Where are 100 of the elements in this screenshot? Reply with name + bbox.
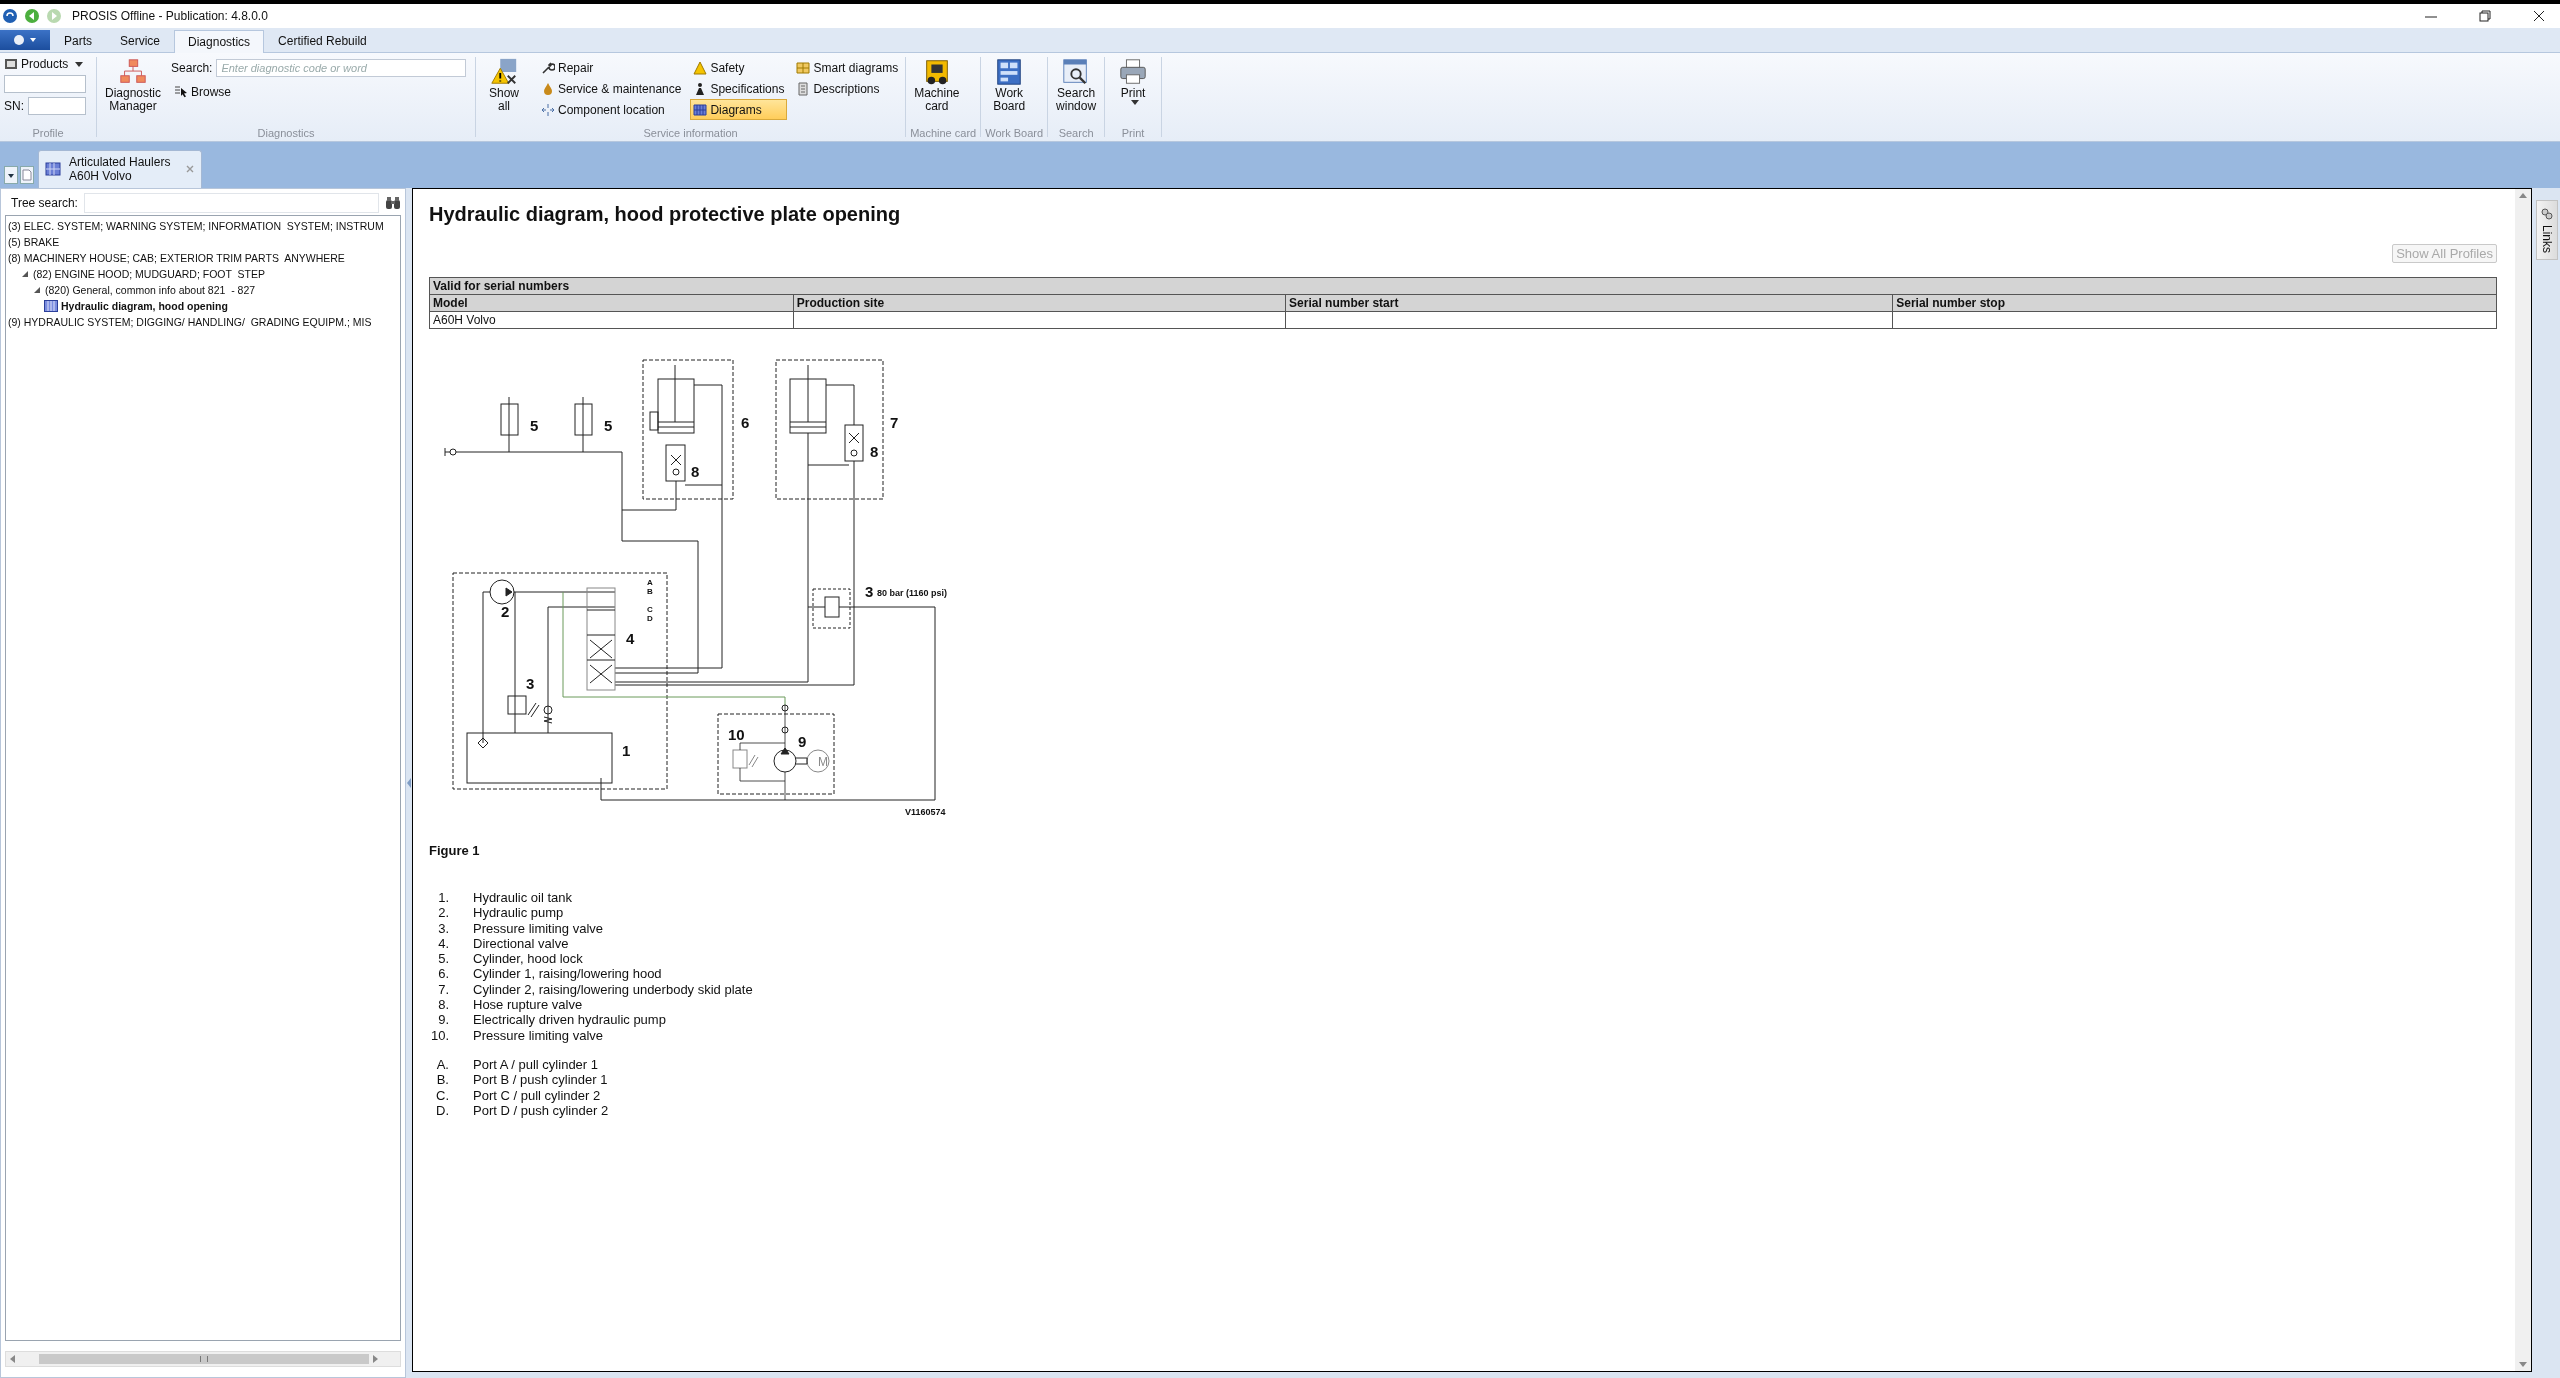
legend-number: 4. [437, 935, 449, 952]
diagram-label: 5 [604, 417, 613, 434]
cursor-icon [174, 85, 189, 99]
tree-item[interactable]: (820) General, common info about 821 - 827 [45, 284, 256, 296]
print-icon [1118, 57, 1149, 87]
port-letter: A. [435, 1056, 449, 1073]
port-text: Port C / pull cylinder 2 [473, 1087, 601, 1103]
legend-number: 3. [437, 920, 449, 936]
sn-field[interactable] [28, 97, 86, 115]
diagram-label: D [647, 614, 653, 623]
diagnostic-search-field[interactable]: Enter diagnostic code or word [216, 59, 467, 77]
vertical-scrollbar[interactable] [2515, 189, 2531, 1371]
diagram-label: A [647, 578, 653, 587]
smart-icon [796, 60, 811, 75]
legend-number: 10. [429, 1027, 449, 1043]
tree-item[interactable]: (82) ENGINE HOOD; MUDGUARD; FOOT STEP [33, 268, 265, 280]
legend-number: 1. [437, 890, 449, 906]
service-info-button[interactable]: Descriptions [793, 78, 902, 99]
products-icon [4, 57, 18, 71]
tree-search-field[interactable] [83, 193, 379, 213]
browse-button[interactable]: Browse [171, 83, 467, 101]
links-side-tab[interactable]: Links [2536, 200, 2558, 260]
tab-list-icon[interactable] [4, 166, 18, 184]
back-icon[interactable] [24, 8, 40, 24]
service-info-button[interactable]: Diagrams [690, 99, 788, 120]
expand-toggle-icon[interactable] [32, 285, 42, 295]
tree-item[interactable]: (8) MACHINERY HOUSE; CAB; EXTERIOR TRIM PARTS ANYWHERE [8, 252, 345, 264]
service-info-button[interactable]: Service & maintenance [538, 78, 685, 99]
component-icon [541, 102, 555, 117]
diagram-label: 9 [798, 733, 807, 750]
diagram-label: V1160574 [905, 807, 946, 817]
horizontal-scrollbar[interactable] [5, 1351, 401, 1367]
show-all-button[interactable]: Show all [480, 55, 528, 127]
ribbon-button[interactable]: Search window [1052, 55, 1101, 127]
service-info-button[interactable]: Safety [690, 57, 788, 78]
scroll-up-icon[interactable] [2519, 193, 2527, 198]
diagram-label: 8 [870, 443, 879, 460]
service-info-button[interactable]: Specifications [690, 78, 788, 99]
collapse-arrow-icon[interactable] [406, 777, 412, 789]
close-icon[interactable] [2532, 9, 2546, 23]
ribbon-tab[interactable]: Diagnostics [174, 30, 265, 53]
ribbon-tab[interactable]: Service [106, 29, 175, 52]
diagram-label: 8 [691, 463, 700, 480]
scroll-right-icon[interactable] [373, 1355, 378, 1363]
diagnostic-manager-button[interactable]: Diagnostic Manager [101, 55, 166, 127]
port-letter: B. [435, 1072, 449, 1088]
legend-number: 6. [437, 966, 449, 982]
legend-number: 9. [437, 1012, 449, 1028]
port-letter: C. [435, 1087, 449, 1103]
diagram-label: C [647, 605, 653, 614]
scroll-down-icon[interactable] [2519, 1362, 2527, 1367]
products-dropdown[interactable]: Products [4, 57, 92, 71]
legend-text: Hydraulic pump [473, 905, 564, 921]
diagram-label: 3 [865, 583, 874, 600]
diagram-label: 2 [501, 603, 510, 620]
service-info-button[interactable]: Smart diagrams [793, 57, 902, 78]
ribbon-button[interactable]: Work Board [985, 55, 1034, 127]
port-letter: D. [435, 1102, 449, 1119]
diagram-label: 6 [741, 414, 750, 431]
application-menu-button[interactable] [0, 30, 50, 50]
tree-item[interactable]: (9) HYDRAULIC SYSTEM; DIGGING/ HANDLING/ GRADING EQUIPM.; MIS [8, 316, 372, 328]
ribbon-tab[interactable]: Certified Rebuild [264, 29, 381, 52]
safety-icon [693, 60, 708, 75]
port-text: Port D / push cylinder 2 [473, 1102, 609, 1119]
restore-icon[interactable] [2478, 9, 2492, 23]
port-text: Port B / push cylinder 1 [473, 1072, 608, 1088]
profile-field[interactable] [4, 75, 86, 93]
caret-icon [75, 61, 84, 67]
table-caption: Valid for serial numbers [429, 277, 2497, 295]
service-info-button[interactable]: Component location [538, 99, 685, 120]
legend-text: Pressure limiting valve [473, 920, 604, 936]
group-label: Diagnostics [256, 127, 316, 141]
ribbon-button[interactable]: Machine card [910, 55, 964, 127]
legend-number: 7. [437, 981, 449, 998]
ribbon-tab[interactable]: Parts [50, 29, 106, 52]
legend-text: Electrically driven hydraulic pump [473, 1012, 666, 1028]
diagram-label: 10 [728, 726, 745, 743]
diagram-label: B [647, 587, 653, 596]
figure-caption: Figure 1 [429, 843, 481, 858]
ribbon-button[interactable]: Print [1109, 55, 1158, 127]
document-tab[interactable]: Articulated Haulers A60H Volvo [38, 150, 202, 188]
group-label: Service information [642, 127, 739, 141]
diagram-label: 1 [622, 742, 631, 759]
warning-tools-icon [489, 57, 519, 87]
diagram-label: 4 [626, 630, 635, 647]
tree-search-label: Tree search: [11, 196, 78, 210]
service-info-button[interactable]: Repair [538, 57, 685, 78]
descriptions-icon [796, 81, 811, 96]
service-icon [541, 81, 555, 96]
binoculars-icon[interactable] [385, 195, 401, 211]
tree-item[interactable]: (5) BRAKE [8, 236, 60, 248]
diagram-document-icon [44, 299, 58, 313]
diagram-label: 3 [526, 675, 535, 692]
tree-item[interactable]: Hydraulic diagram, hood opening [61, 300, 228, 312]
legend-text: Cylinder 2, raising/lowering underbody skid plate [473, 981, 753, 998]
scroll-left-icon[interactable] [10, 1355, 15, 1363]
expand-toggle-icon[interactable] [20, 269, 30, 279]
tree-item[interactable]: (3) ELEC. SYSTEM; WARNING SYSTEM; INFORMATION SYSTEM; INSTRUM [8, 220, 384, 232]
legend-text: Directional valve [473, 935, 569, 952]
diagram-label: M [818, 755, 828, 769]
